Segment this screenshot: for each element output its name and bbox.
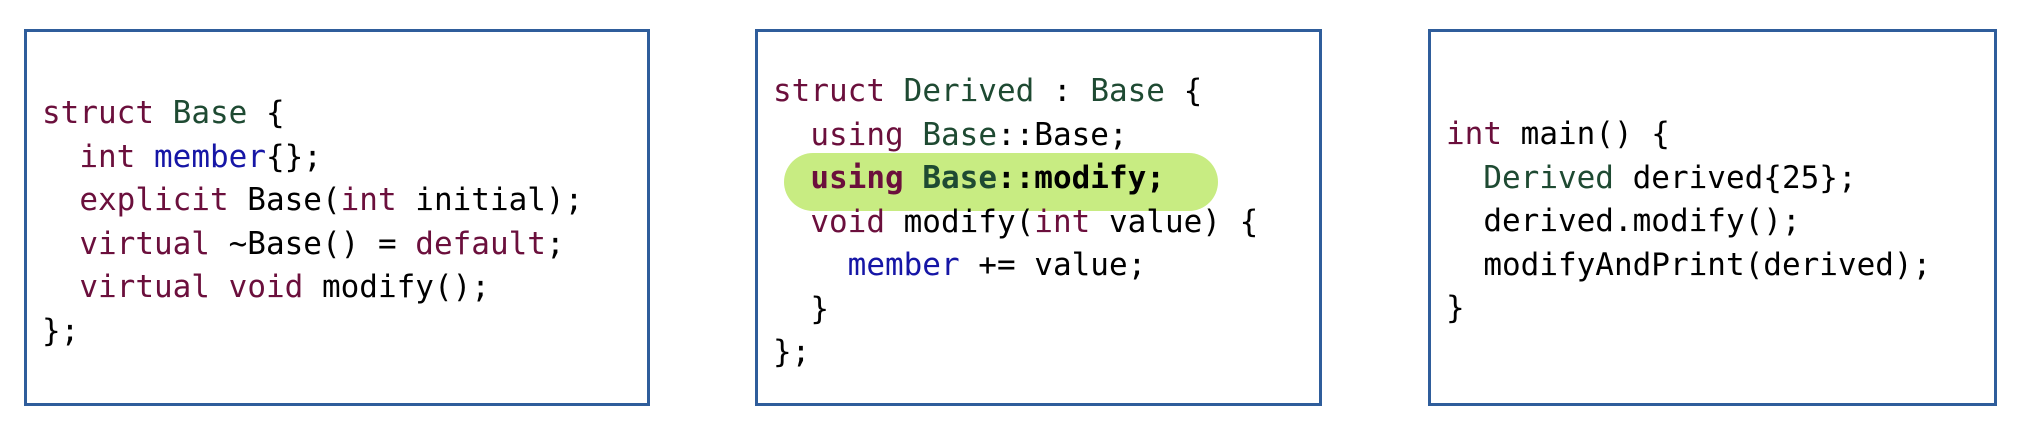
- code-token: ;: [545, 225, 565, 262]
- code-line: }: [1446, 287, 1931, 331]
- code-token: member: [154, 138, 266, 175]
- code-line: Derived derived{25};: [1446, 157, 1931, 201]
- derived-struct-code: struct Derived : Base { using Base::Base…: [773, 70, 1258, 375]
- highlighted-using-declaration: using Base::modify;: [784, 153, 1219, 211]
- code-token: struct: [773, 73, 904, 109]
- code-line: virtual ~Base() = default;: [42, 223, 583, 267]
- code-token: member: [847, 247, 960, 283]
- code-token: ::modify;: [996, 160, 1165, 196]
- base-struct-code: struct Base { int member{}; explicit Bas…: [42, 92, 583, 353]
- code-token: Base: [1090, 73, 1165, 109]
- derived-struct-code-box: struct Derived : Base { using Base::Base…: [755, 29, 1322, 406]
- code-line: derived.modify();: [1446, 200, 1931, 244]
- code-token: derived.modify();: [1446, 203, 1801, 239]
- code-token: struct: [42, 95, 173, 131]
- code-token: explicit: [79, 182, 229, 218]
- code-line: void modify(int value) {: [773, 201, 1258, 245]
- code-token: virtual: [79, 225, 210, 262]
- code-line: using Base::Base;: [773, 114, 1258, 158]
- code-token: modifyAndPrint(derived);: [1446, 246, 1932, 283]
- code-token: modify();: [303, 269, 490, 305]
- code-line: modifyAndPrint(derived);: [1446, 244, 1931, 288]
- code-line: int member{};: [42, 136, 583, 180]
- code-token: using: [810, 160, 904, 196]
- code-token: using: [810, 116, 904, 153]
- code-line: }: [773, 288, 1258, 332]
- code-line: };: [42, 310, 583, 354]
- code-token: }: [1446, 290, 1465, 326]
- code-line: struct Derived : Base {: [773, 70, 1258, 114]
- code-token: :: [1034, 73, 1091, 109]
- code-token: int: [340, 182, 397, 218]
- code-token: modify(: [884, 203, 1035, 240]
- code-line: explicit Base(int initial);: [42, 179, 583, 223]
- code-token: Base: [922, 116, 997, 153]
- code-token: ~Base() =: [209, 225, 416, 262]
- code-token: Derived: [903, 73, 1035, 109]
- code-line: member += value;: [773, 244, 1258, 288]
- code-token: };: [773, 334, 811, 370]
- code-token: Derived: [1483, 159, 1614, 196]
- code-token: {: [247, 95, 285, 131]
- code-token: void: [810, 203, 885, 240]
- code-token: += value;: [959, 247, 1147, 283]
- code-line: struct Base {: [42, 92, 583, 136]
- code-token: default: [415, 225, 546, 262]
- code-token: Base: [922, 160, 997, 196]
- code-token: Base(: [228, 182, 341, 218]
- code-token: int: [79, 138, 136, 175]
- code-line: };: [773, 331, 1258, 375]
- code-token: main() {: [1502, 116, 1670, 152]
- code-token: Base: [172, 95, 248, 131]
- code-line: using Base::modify;: [773, 153, 1258, 211]
- main-function-code-box: int main() { Derived derived{25}; derive…: [1428, 29, 1997, 406]
- code-token: derived{25};: [1613, 159, 1857, 196]
- code-line: virtual void modify();: [42, 266, 583, 310]
- code-token: {};: [265, 138, 322, 175]
- code-token: initial);: [396, 182, 584, 218]
- code-token: ::Base;: [996, 116, 1128, 153]
- code-token: };: [42, 312, 80, 349]
- code-token: value) {: [1090, 203, 1259, 240]
- code-line: int main() {: [1446, 113, 1931, 157]
- main-function-code: int main() { Derived derived{25}; derive…: [1446, 113, 1931, 331]
- code-token: {: [1164, 73, 1203, 109]
- code-token: int: [1034, 203, 1091, 240]
- code-token: int: [1446, 116, 1502, 152]
- code-token: virtual: [79, 269, 210, 305]
- code-token: }: [773, 290, 829, 327]
- base-struct-code-box: struct Base { int member{}; explicit Bas…: [24, 29, 650, 406]
- code-token: void: [228, 269, 304, 305]
